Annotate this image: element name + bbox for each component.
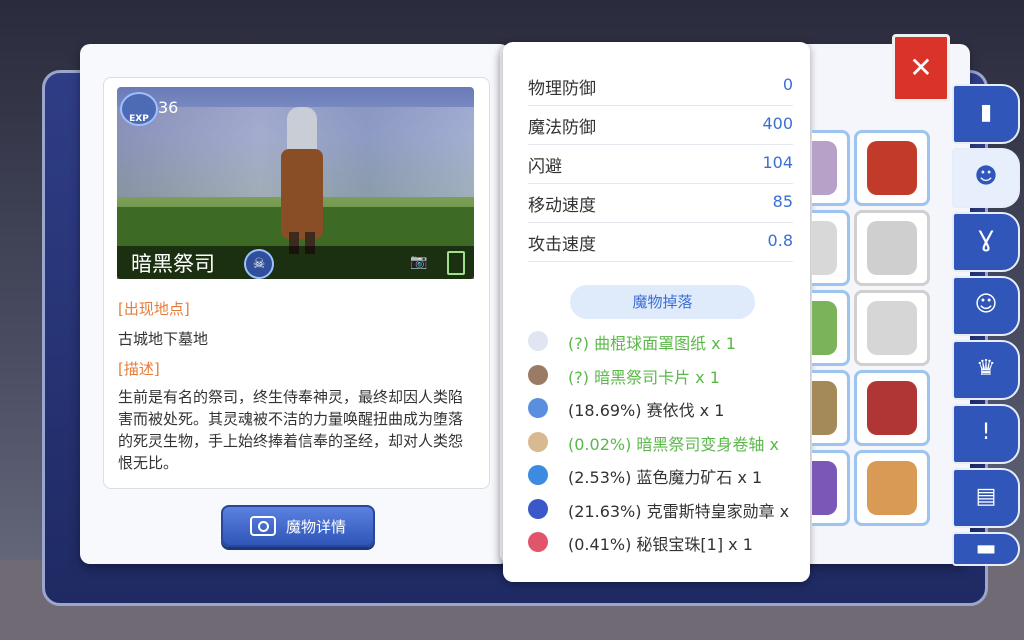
monster-grid[interactable]: [812, 90, 952, 540]
book-icon: ▮: [979, 100, 993, 125]
crystal-icon: [528, 398, 548, 418]
exp-value: 36: [158, 98, 179, 117]
stat-label: 移动速度: [528, 196, 596, 216]
monster-thumbnail: [867, 301, 917, 355]
stat-row-physical-defense: 物理防御 0: [528, 66, 793, 106]
monster-robe: [281, 149, 323, 239]
monster-name: 暗黑祭司: [131, 252, 215, 276]
monster-cell[interactable]: [854, 370, 930, 446]
monster-thumbnail: [812, 221, 837, 275]
scroll-tab-icon: ▬: [975, 536, 997, 561]
stat-value: 0: [782, 75, 793, 94]
tab-monster[interactable]: ☻: [952, 148, 1020, 208]
monster-cell[interactable]: [854, 450, 930, 526]
monster-thumbnail: [812, 141, 837, 195]
monster-cell[interactable]: [812, 370, 850, 446]
monster-cell-locked[interactable]: [854, 210, 930, 286]
scroll-icon: [528, 431, 548, 452]
tab-horns[interactable]: Ɣ: [952, 212, 1020, 272]
drop-item-text: (0.02%) 暗黑祭司变身卷轴 x: [568, 434, 779, 454]
quest-icon: !: [981, 420, 991, 445]
monster-cell-locked[interactable]: [854, 290, 930, 366]
location-header: [出现地点]: [118, 300, 190, 318]
stat-row-magic-defense: 魔法防御 400: [528, 105, 793, 145]
drop-item-text: (18.69%) 赛依伐 x 1: [568, 401, 725, 420]
drop-item[interactable]: (?) 暗黑祭司卡片 x 1: [528, 363, 810, 389]
open-book-icon: ▤: [975, 484, 997, 509]
description-text: 生前是有名的祭司，终生侍奉神灵，最终却因人类陷害而被处死。其灵魂被不洁的力量唤醒…: [118, 388, 464, 472]
exp-label: EXP: [129, 114, 149, 124]
monster-cell[interactable]: [812, 130, 850, 206]
card-collection-icon[interactable]: [447, 251, 465, 275]
camera-icon[interactable]: 📷: [410, 254, 430, 270]
location-text: 古城地下墓地: [118, 330, 209, 348]
card-icon: [528, 364, 548, 385]
stat-value: 104: [762, 153, 793, 172]
tab-quest[interactable]: !: [952, 404, 1020, 464]
drop-item[interactable]: (0.41%) 秘银宝珠[1] x 1: [528, 530, 810, 556]
stat-value: 0.8: [767, 231, 793, 250]
camera-icon: [249, 516, 276, 536]
blueprint-icon: [528, 331, 548, 351]
drop-item-text: (?) 曲棍球面罩图纸 x 1: [568, 334, 736, 353]
close-button[interactable]: ✕: [892, 34, 950, 102]
monster-thumbnail: [867, 141, 917, 195]
stat-label: 攻击速度: [528, 235, 596, 255]
pet-icon: ☺: [974, 292, 998, 317]
monster-thumbnail: [812, 381, 837, 435]
monster-cell[interactable]: [854, 130, 930, 206]
drops-header: 魔物掉落: [570, 285, 755, 319]
horns-icon: Ɣ: [978, 228, 994, 253]
stat-label: 魔法防御: [528, 118, 596, 138]
stats-panel[interactable]: 物理防御 0 魔法防御 400 闪避 104 移动速度 85 攻击速度 0.8 …: [503, 42, 810, 582]
undead-class-icon: ☠: [244, 249, 274, 279]
description-header: [描述]: [118, 360, 160, 378]
drop-item[interactable]: (18.69%) 赛依伐 x 1: [528, 396, 810, 422]
monster-cell[interactable]: [812, 210, 850, 286]
drop-item-text: (0.41%) 秘银宝珠[1] x 1: [568, 535, 753, 554]
monster-detail-button[interactable]: 魔物详情: [221, 505, 375, 547]
drop-item[interactable]: (21.63%) 克雷斯特皇家勋章 x: [528, 497, 810, 523]
tab-book[interactable]: ▮: [952, 84, 1020, 144]
tab-scroll[interactable]: ▬: [952, 532, 1020, 566]
stat-row-move-speed: 移动速度 85: [528, 183, 793, 223]
drop-item-text: (2.53%) 蓝色魔力矿石 x 1: [568, 468, 763, 487]
ore-icon: [528, 465, 548, 485]
drop-item[interactable]: (2.53%) 蓝色魔力矿石 x 1: [528, 463, 810, 489]
stat-row-evasion: 闪避 104: [528, 144, 793, 184]
tab-pet[interactable]: ☺: [952, 276, 1020, 336]
monster-hair: [287, 107, 317, 155]
stat-label: 闪避: [528, 157, 562, 177]
monster-cell[interactable]: [812, 290, 850, 366]
drop-item-text: (?) 暗黑祭司卡片 x 1: [568, 367, 720, 387]
drop-item-text: (21.63%) 克雷斯特皇家勋章 x: [568, 501, 790, 521]
monster-thumbnail: [867, 221, 917, 275]
tab-chef[interactable]: ♛: [952, 340, 1020, 400]
monster-thumbnail: [867, 381, 917, 435]
monster-detail-label: 魔物详情: [285, 517, 346, 536]
exp-badge: EXP: [120, 92, 158, 126]
stat-label: 物理防御: [528, 79, 596, 99]
orb-icon: [528, 532, 548, 552]
monster-cell[interactable]: [812, 450, 850, 526]
monster-thumbnail: [812, 301, 837, 355]
stat-value: 85: [772, 192, 793, 211]
stat-row-attack-speed: 攻击速度 0.8: [528, 222, 793, 262]
chef-hat-icon: ♛: [976, 356, 996, 381]
stat-value: 400: [762, 114, 793, 133]
tab-open-book[interactable]: ▤: [952, 468, 1020, 528]
monster-model: [277, 107, 327, 254]
monster-thumbnail: [867, 461, 917, 515]
monster-face-icon: ☻: [974, 164, 998, 189]
monster-thumbnail: [812, 461, 837, 515]
medal-icon: [528, 498, 548, 519]
drop-item[interactable]: (0.02%) 暗黑祭司变身卷轴 x: [528, 430, 810, 456]
drop-item[interactable]: (?) 曲棍球面罩图纸 x 1: [528, 329, 810, 355]
